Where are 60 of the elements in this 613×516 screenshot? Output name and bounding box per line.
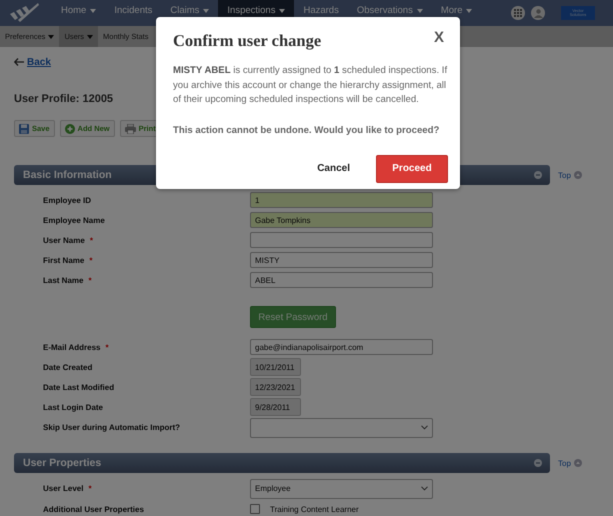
- grid-icon[interactable]: [511, 6, 525, 20]
- date-field: 10/21/2011: [250, 358, 301, 376]
- reset-password-button[interactable]: Reset Password: [250, 306, 336, 328]
- input-field[interactable]: gabe@indianapolisairport.com: [250, 339, 433, 355]
- required-mark: *: [90, 236, 93, 244]
- up-arrow-icon: [574, 459, 582, 467]
- collapse-icon[interactable]: [534, 459, 542, 467]
- field-label: Skip User during Automatic Import?: [43, 423, 180, 432]
- field-label: User Level: [43, 484, 84, 493]
- dialog-title: Confirm user change: [173, 31, 322, 51]
- date-field: 9/28/2011: [250, 398, 301, 416]
- input-field[interactable]: Gabe Tompkins: [250, 212, 433, 228]
- chevron-down-icon: [421, 425, 428, 430]
- select-field[interactable]: [250, 418, 433, 438]
- cancel-button[interactable]: Cancel: [317, 163, 350, 174]
- field-label: Date Last Modified: [43, 382, 114, 392]
- nav-item[interactable]: More: [432, 0, 482, 26]
- field-label: Date Created: [43, 362, 92, 372]
- date-field: 12/23/2021: [250, 378, 301, 396]
- section-title: Basic Information: [23, 169, 112, 181]
- field-label: Employee Name: [43, 216, 105, 224]
- section-title: User Properties: [23, 457, 102, 469]
- proceed-button[interactable]: Proceed: [376, 154, 448, 182]
- field-label: Employee ID: [43, 196, 92, 204]
- nav-item[interactable]: Incidents: [105, 0, 162, 26]
- close-button[interactable]: X: [434, 29, 444, 46]
- warning-text: This action cannot be undone. Would you like to proceed?: [173, 124, 440, 136]
- page-title: User Profile: 12005: [14, 93, 114, 107]
- plus-circle-icon: [64, 124, 75, 134]
- input-field[interactable]: MISTY: [250, 252, 433, 268]
- avatar-icon[interactable]: [531, 6, 545, 20]
- dialog-message: MISTY ABEL is currently assigned to 1 scheduled inspections. If you archive this account or change the hierarchy assignment, all of their upcoming scheduled inspections will be cancelled.: [173, 64, 448, 107]
- logo-icon[interactable]: [10, 3, 40, 23]
- chevron-down-icon: [421, 486, 428, 491]
- nav-item[interactable]: Observations: [348, 0, 432, 26]
- required-mark: *: [88, 276, 92, 284]
- field-label: Additional User Properties: [43, 504, 144, 514]
- field-label: First Name: [43, 256, 84, 264]
- checkbox[interactable]: [250, 504, 260, 514]
- input-field[interactable]: [250, 232, 433, 248]
- field-label: Last Name: [43, 276, 84, 284]
- input-field[interactable]: ABEL: [250, 272, 433, 288]
- select-field[interactable]: Employee: [250, 478, 433, 498]
- checkbox-label: Training Content Learner: [270, 504, 359, 514]
- nav-item[interactable]: Home: [52, 0, 106, 26]
- back-link[interactable]: Back: [14, 54, 51, 70]
- required-mark: *: [88, 484, 92, 493]
- required-mark: *: [106, 342, 109, 352]
- collapse-icon[interactable]: [534, 171, 542, 179]
- top-link[interactable]: Top: [558, 170, 582, 180]
- field-label: Last Login Date: [43, 402, 104, 412]
- up-arrow-icon: [574, 171, 582, 179]
- printer-icon: [124, 124, 136, 134]
- nav-item[interactable]: Claims: [161, 0, 218, 26]
- required-mark: *: [89, 256, 92, 264]
- field-label: E-Mail Address: [43, 342, 100, 352]
- input-field[interactable]: 1: [250, 192, 433, 208]
- top-link[interactable]: Top: [558, 458, 582, 468]
- field-label: User Name: [43, 236, 85, 244]
- back-arrow-icon: [14, 58, 24, 66]
